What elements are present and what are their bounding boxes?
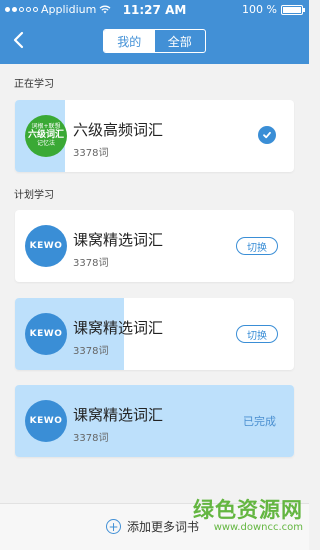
- tab-mine[interactable]: 我的: [104, 30, 155, 52]
- watermark-text: 绿色资源网: [193, 498, 303, 522]
- book-cover-image: 词根+联想 六级词汇 记忆法: [25, 115, 67, 157]
- completed-status: 已完成: [243, 415, 276, 428]
- switch-button[interactable]: 切换: [236, 325, 278, 343]
- battery-status: 100 %: [242, 3, 305, 16]
- book-title: 课窝精选词汇: [73, 406, 164, 424]
- kewo-logo-icon: KEWO: [25, 225, 67, 267]
- add-more-books-button[interactable]: + 添加更多词书: [106, 518, 199, 535]
- book-word-count: 3378词: [73, 346, 109, 357]
- checkmark-icon: [258, 126, 276, 144]
- section-title-current: 正在学习: [14, 79, 54, 90]
- add-more-label: 添加更多词书: [127, 520, 200, 534]
- status-bar: Applidium 11:27 AM 100 %: [0, 0, 309, 20]
- book-title: 课窝精选词汇: [73, 231, 164, 249]
- switch-button[interactable]: 切换: [236, 237, 278, 255]
- battery-percent: 100 %: [242, 3, 277, 16]
- site-watermark: 绿色资源网 www.downcc.com: [193, 494, 303, 533]
- cover-line: 记忆法: [36, 139, 55, 147]
- tab-all[interactable]: 全部: [155, 30, 206, 52]
- book-word-count: 3378词: [73, 433, 109, 444]
- kewo-logo-icon: KEWO: [25, 400, 67, 442]
- plus-circle-icon: +: [106, 519, 121, 534]
- book-word-count: 3378词: [73, 148, 109, 159]
- book-word-count: 3378词: [73, 258, 109, 269]
- battery-icon: [281, 4, 305, 15]
- book-title: 六级高频词汇: [73, 121, 164, 139]
- book-title: 课窝精选词汇: [73, 319, 164, 337]
- planned-book-card[interactable]: KEWO 课窝精选词汇 3378词 切换: [15, 210, 294, 282]
- header-bar: Applidium 11:27 AM 100 % 我的 全部: [0, 0, 309, 64]
- back-arrow-icon[interactable]: [10, 30, 28, 50]
- tab-switcher: 我的 全部: [103, 29, 206, 53]
- planned-book-card[interactable]: KEWO 课窝精选词汇 3378词 切换: [15, 298, 294, 370]
- kewo-logo-icon: KEWO: [25, 313, 67, 355]
- current-book-card[interactable]: 词根+联想 六级词汇 记忆法 六级高频词汇 3378词: [15, 100, 294, 172]
- planned-book-card[interactable]: KEWO 课窝精选词汇 3378词 已完成: [15, 385, 294, 457]
- section-title-planned: 计划学习: [14, 190, 54, 201]
